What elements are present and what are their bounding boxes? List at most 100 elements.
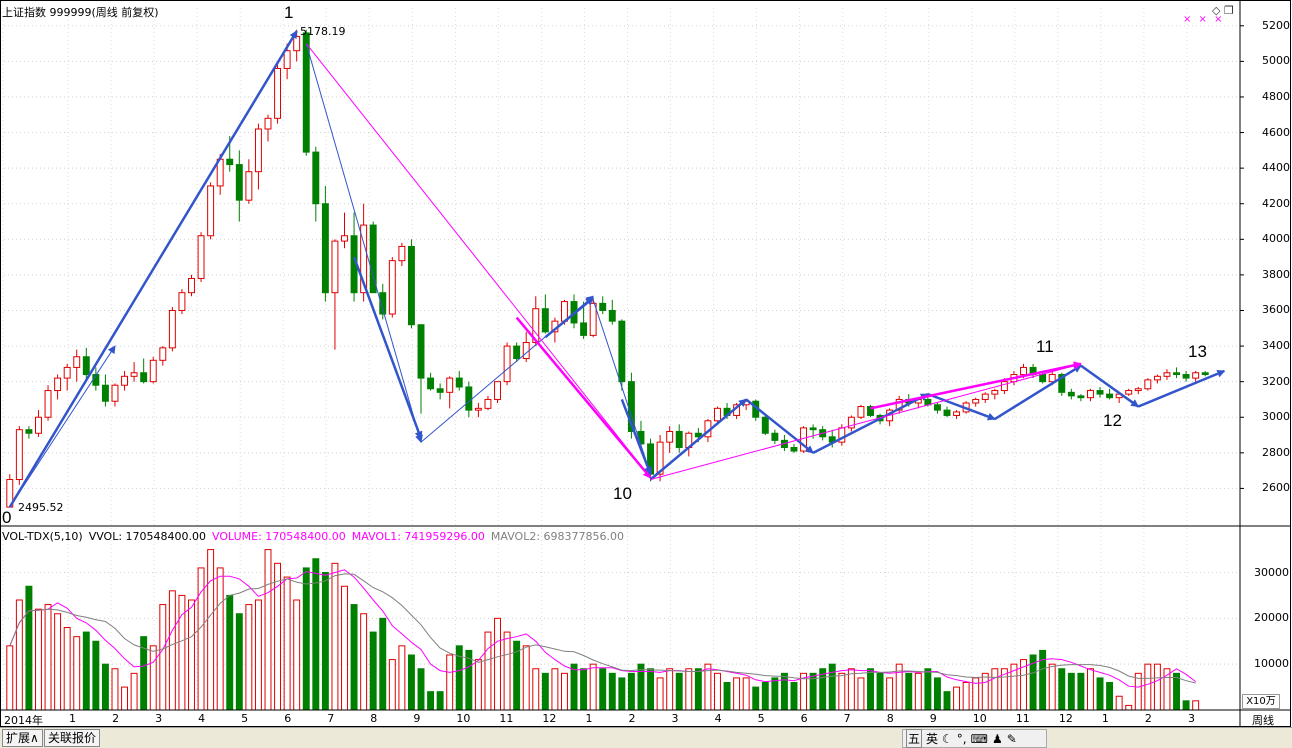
volume-bar — [1096, 677, 1104, 711]
volume-bar — [1153, 663, 1161, 711]
candle-body — [1077, 395, 1085, 399]
volume-bar — [532, 668, 540, 711]
time-tick-label: 8 — [886, 712, 894, 725]
candle-body — [168, 309, 176, 349]
chart-title: 上证指数 999999(周线 前复权) — [2, 6, 159, 19]
time-tick-label: 1 — [69, 712, 77, 725]
price-tick-label: 3200 — [1262, 374, 1290, 388]
wave-label-13: 13 — [1188, 342, 1207, 361]
time-tick-label: 6 — [800, 712, 808, 725]
time-tick-label: 2 — [112, 712, 120, 725]
restore-icon[interactable]: ❐ — [1224, 4, 1234, 17]
volume-bar — [570, 663, 578, 711]
window-controls[interactable]: ◇ ❐ — [1212, 4, 1234, 17]
candle-body — [82, 356, 90, 376]
volume-value: VOLUME: 170548400.00 — [212, 530, 346, 543]
volume-bar — [293, 599, 301, 711]
volume-bar — [1077, 672, 1085, 711]
punctuation-icon[interactable]: °, — [957, 732, 967, 746]
volume-bar — [379, 617, 387, 711]
candle-body — [149, 359, 157, 383]
candle-body — [446, 377, 454, 393]
volume-bar — [130, 672, 138, 711]
volume-bar — [780, 672, 788, 711]
keyboard-icon[interactable]: ⌨ — [971, 732, 988, 746]
candle-body — [474, 407, 482, 411]
ime-english[interactable]: 英 — [926, 730, 938, 747]
candle-body — [494, 381, 501, 400]
price-tick-label: 3000 — [1262, 410, 1290, 424]
related-quotes-tab[interactable]: 关联报价 — [44, 729, 101, 747]
candle-body — [188, 277, 195, 294]
volume-bar — [714, 672, 721, 711]
candle-body — [15, 429, 23, 481]
moon-icon[interactable]: ☾ — [942, 732, 953, 746]
volume-bar — [933, 677, 941, 711]
price-tick-label: 4800 — [1262, 89, 1290, 103]
vol-indicator-name: VOL-TDX(5,10) — [2, 530, 83, 543]
volume-bar — [63, 627, 71, 711]
expand-tab[interactable]: 扩展∧ — [2, 729, 43, 747]
volume-bar — [924, 668, 932, 711]
candle-body — [427, 377, 435, 390]
candle-body — [1086, 390, 1094, 399]
candle-body — [245, 171, 253, 201]
volume-bar — [264, 549, 272, 711]
volume-bar — [350, 604, 358, 711]
ime-toolbar[interactable]: 五 英 ☾ °, ⌨ ♟ ✎ — [902, 729, 1047, 748]
volume-bar — [723, 682, 731, 711]
volume-bar — [188, 599, 195, 711]
volume-bar — [427, 691, 435, 711]
price-tick-label: 2600 — [1262, 481, 1290, 495]
diamond-icon[interactable]: ◇ — [1212, 4, 1220, 17]
candle-body — [857, 406, 865, 418]
candle-body — [1201, 372, 1209, 376]
price-tick-label: 3600 — [1262, 303, 1290, 317]
volume-bar — [407, 654, 415, 711]
candle-body — [465, 386, 473, 411]
volume-bar — [876, 672, 884, 711]
candle-body — [417, 324, 425, 379]
candle-body — [274, 67, 282, 119]
ime-wubi[interactable]: 五 — [906, 729, 923, 748]
volume-bar — [1067, 672, 1075, 711]
volume-bar — [168, 590, 176, 711]
candle-body — [140, 372, 148, 383]
volume-bar — [905, 672, 913, 711]
volume-bar — [656, 677, 664, 711]
volume-bar — [1182, 700, 1190, 711]
volume-bar — [666, 668, 674, 711]
wrench-icon[interactable]: ✎ — [1007, 732, 1017, 746]
volume-bar — [962, 682, 970, 711]
user-icon[interactable]: ♟ — [992, 732, 1003, 746]
candle-body — [580, 322, 588, 336]
volume-bar — [981, 672, 989, 711]
candle-body — [283, 50, 291, 69]
candle-body — [207, 185, 215, 237]
candle-body — [235, 164, 243, 201]
candle-body — [35, 416, 42, 434]
period-label[interactable]: 周线 — [1252, 712, 1274, 728]
time-tick-label: 9 — [929, 712, 937, 725]
candle-body — [599, 302, 607, 311]
volume-bar — [1125, 704, 1133, 711]
volume-bar — [1192, 700, 1200, 711]
wave-label-10: 10 — [613, 484, 632, 503]
time-tick-label: 3 — [671, 712, 679, 725]
volume-bar — [6, 645, 14, 711]
wave-arrow-10-x — [649, 398, 747, 481]
volume-bar — [589, 663, 597, 711]
candle-body — [264, 117, 272, 130]
volume-bar — [73, 636, 81, 711]
candle-body — [972, 398, 980, 404]
mavol2-value: MAVOL2: 698377856.00 — [490, 530, 625, 543]
wave-arrow-0-1 — [8, 30, 298, 508]
volume-tick-label: 10000 — [1254, 657, 1289, 671]
candle-body — [1125, 390, 1133, 395]
candle-body — [953, 411, 961, 416]
low-annotation: 2495.52 — [18, 501, 64, 514]
wave-label-12: 12 — [1103, 411, 1122, 430]
volume-bar — [953, 686, 961, 711]
candle-body — [1048, 374, 1056, 383]
time-tick-label: 10 — [972, 712, 987, 725]
